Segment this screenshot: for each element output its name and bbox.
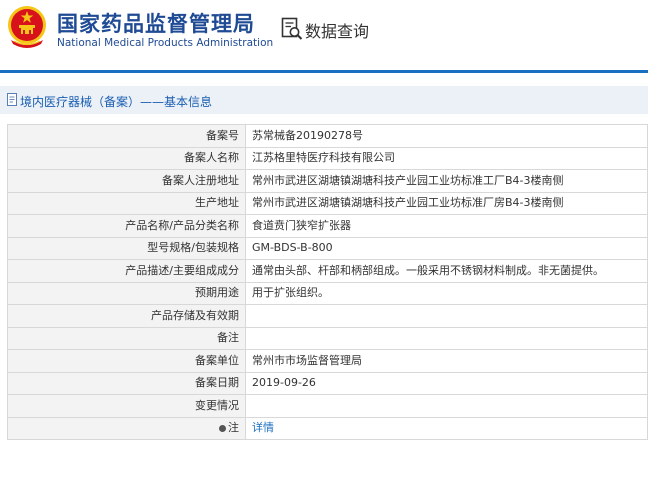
table-row: 生产地址 常州市武进区湖塘镇湖塘科技产业园工业坊标准厂房B4-3楼南侧 [7,191,648,215]
table-row: 备案人注册地址 常州市武进区湖塘镇湖塘科技产业园工业坊标准工厂B4-3楼南侧 [7,169,648,193]
table-row: 型号规格/包装规格 GM-BDS-B-800 [7,236,648,260]
table-row: 预期用途 用于扩张组织。 [7,281,648,305]
section-title-bar: 境内医疗器械（备案）——基本信息 [0,86,648,114]
row-label: 备案号 [7,124,246,148]
row-label: 预期用途 [7,281,246,305]
table-row: 产品描述/主要组成成分 通常由头部、杆部和柄部组成。一般采用不锈钢材料制成。非无… [7,259,648,283]
row-value [245,326,648,350]
row-label: 备案人注册地址 [7,169,246,193]
data-query-icon[interactable] [281,17,303,41]
table-row: 备案人名称 江苏格里特医疗科技有限公司 [7,146,648,170]
note-label-cell: 注 [7,416,246,440]
table-row: 变更情况 [7,394,648,418]
table-row: 产品存储及有效期 [7,304,648,328]
data-query-link[interactable]: 数据查询 [305,18,369,42]
row-value: 常州市市场监督管理局 [245,349,648,373]
row-label: 注 [228,421,239,435]
row-value: 常州市武进区湖塘镇湖塘科技产业园工业坊标准工厂B4-3楼南侧 [245,169,648,193]
row-value: 通常由头部、杆部和柄部组成。一般采用不锈钢材料制成。非无菌提供。 [245,259,648,283]
header-divider [0,70,648,73]
table-row: 产品名称/产品分类名称 食道贲门狭窄扩张器 [7,214,648,238]
site-header: 国家药品监督管理局 National Medical Products Admi… [0,0,648,70]
row-value: 2019-09-26 [245,371,648,395]
pin-icon [219,424,226,432]
row-label: 型号规格/包装规格 [7,236,246,260]
table-row: 备案单位 常州市市场监督管理局 [7,349,648,373]
row-value [245,394,648,418]
row-value: GM-BDS-B-800 [245,236,648,260]
row-value: 江苏格里特医疗科技有限公司 [245,146,648,170]
document-icon [7,93,17,106]
row-label: 产品存储及有效期 [7,304,246,328]
record-info-table: 备案号 苏常械备20190278号 备案人名称 江苏格里特医疗科技有限公司 备案… [7,124,648,440]
row-label: 生产地址 [7,191,246,215]
section-title: 境内医疗器械（备案）——基本信息 [20,95,213,109]
row-value: 苏常械备20190278号 [245,124,648,148]
row-label: 变更情况 [7,394,246,418]
row-label: 备案人名称 [7,146,246,170]
row-value: 用于扩张组织。 [245,281,648,305]
row-label: 备案日期 [7,371,246,395]
org-name-cn: 国家药品监督管理局 [57,12,255,36]
table-row: 备案号 苏常械备20190278号 [7,124,648,148]
row-label: 备注 [7,326,246,350]
row-value [245,304,648,328]
row-label: 备案单位 [7,349,246,373]
table-row: 注 详情 [7,416,648,440]
national-emblem-icon [8,6,46,48]
table-row: 备案日期 2019-09-26 [7,371,648,395]
table-row: 备注 [7,326,648,350]
row-label: 产品名称/产品分类名称 [7,214,246,238]
row-value: 食道贲门狭窄扩张器 [245,214,648,238]
org-name-en: National Medical Products Administration [57,37,274,49]
row-value: 常州市武进区湖塘镇湖塘科技产业园工业坊标准厂房B4-3楼南侧 [245,191,648,215]
details-link[interactable]: 详情 [252,421,274,434]
row-label: 产品描述/主要组成成分 [7,259,246,283]
row-value: 详情 [245,416,648,440]
